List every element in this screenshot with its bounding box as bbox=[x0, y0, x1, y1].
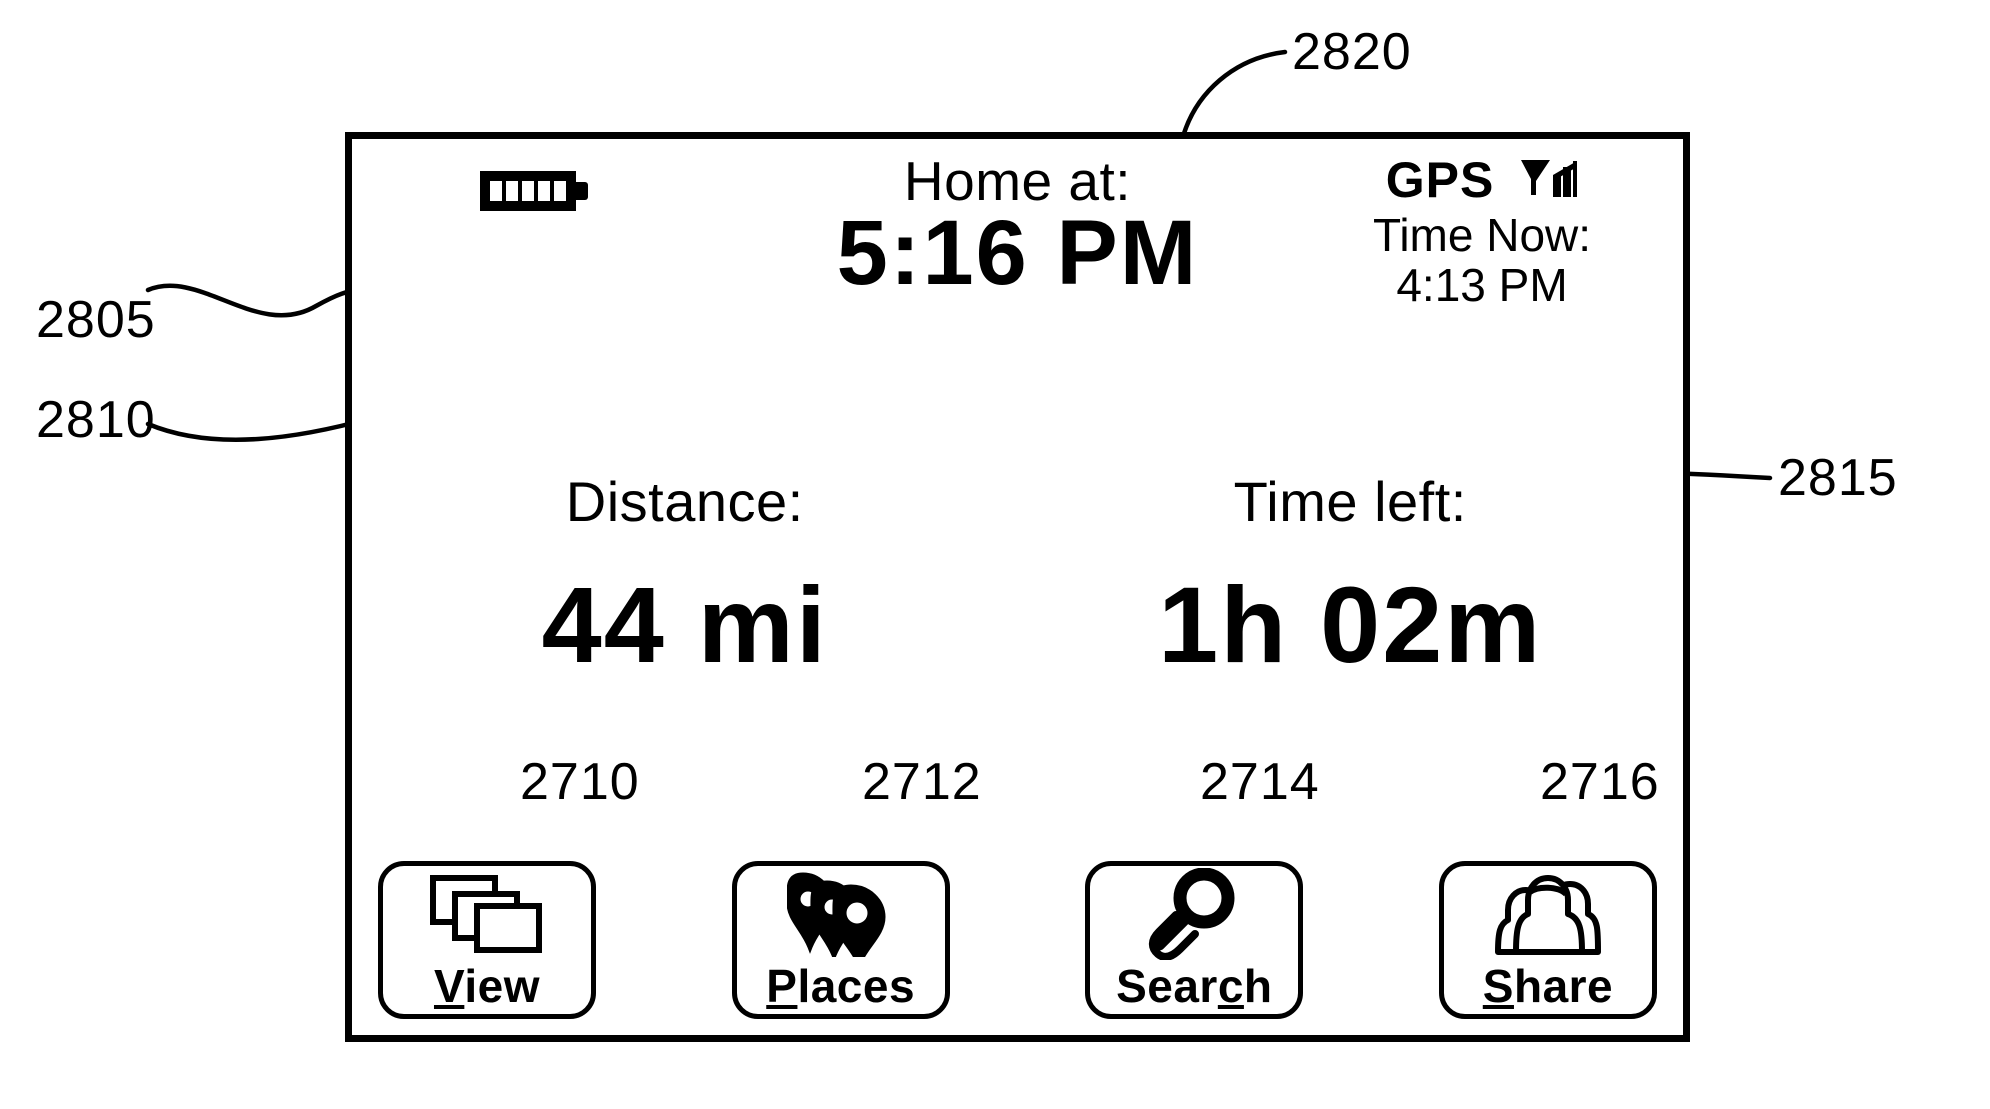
view-button-label: View bbox=[434, 962, 540, 1010]
view-accel-char: V bbox=[433, 959, 465, 1012]
windows-stack-icon bbox=[383, 866, 591, 962]
ref-numeral-2714: 2714 bbox=[1200, 753, 1320, 811]
places-button-label: Places bbox=[766, 962, 915, 1010]
map-pins-icon bbox=[737, 866, 945, 962]
softkey-bar: View Places Search Share bbox=[378, 861, 1657, 1019]
metric-distance: Distance: 44 mi bbox=[352, 469, 1018, 687]
search-label-end: h bbox=[1243, 959, 1273, 1012]
patent-figure: Home at: 5:16 PM GPS Time Now: 4:13 PM D… bbox=[0, 0, 1990, 1109]
search-accel-char: c bbox=[1217, 959, 1244, 1012]
places-label-rest: laces bbox=[797, 959, 916, 1012]
share-button-label: Share bbox=[1483, 962, 1613, 1010]
share-label-rest: hare bbox=[1513, 959, 1614, 1012]
device-screen: Home at: 5:16 PM GPS Time Now: 4:13 PM D… bbox=[345, 132, 1690, 1042]
places-accel-char: P bbox=[766, 959, 798, 1012]
ref-numeral-2710: 2710 bbox=[520, 753, 640, 811]
share-accel-char: S bbox=[1482, 959, 1514, 1012]
ref-numeral-2716: 2716 bbox=[1540, 753, 1660, 811]
metrics-row: Distance: 44 mi Time left: 1h 02m bbox=[352, 469, 1683, 687]
time-left-label: Time left: bbox=[1233, 470, 1467, 533]
search-label-start: Sear bbox=[1116, 959, 1218, 1012]
ref-numeral-2815: 2815 bbox=[1778, 449, 1898, 507]
gps-label: GPS bbox=[1385, 152, 1495, 208]
search-button[interactable]: Search bbox=[1085, 861, 1304, 1019]
signal-strength-icon bbox=[1520, 157, 1578, 204]
ref-numeral-2805: 2805 bbox=[36, 291, 156, 349]
ref-numeral-2820: 2820 bbox=[1292, 23, 1412, 81]
time-left-value: 1h 02m bbox=[1158, 564, 1543, 685]
metric-time-left: Time left: 1h 02m bbox=[1018, 469, 1684, 687]
view-label-rest: iew bbox=[464, 959, 540, 1012]
search-button-label: Search bbox=[1116, 962, 1272, 1010]
time-now-value: 4:13 PM bbox=[1396, 258, 1568, 311]
places-button[interactable]: Places bbox=[731, 861, 950, 1019]
time-now-label: Time Now: bbox=[1372, 209, 1592, 261]
view-button[interactable]: View bbox=[378, 861, 596, 1019]
gps-status-block: GPS Time Now: 4:13 PM bbox=[1317, 153, 1647, 310]
ref-numeral-2712: 2712 bbox=[862, 753, 982, 811]
people-group-icon bbox=[1444, 866, 1652, 962]
ref-numeral-2810: 2810 bbox=[36, 391, 156, 449]
distance-value: 44 mi bbox=[541, 564, 828, 685]
share-button[interactable]: Share bbox=[1438, 861, 1657, 1019]
magnifier-icon bbox=[1090, 866, 1298, 962]
distance-label: Distance: bbox=[565, 470, 804, 533]
